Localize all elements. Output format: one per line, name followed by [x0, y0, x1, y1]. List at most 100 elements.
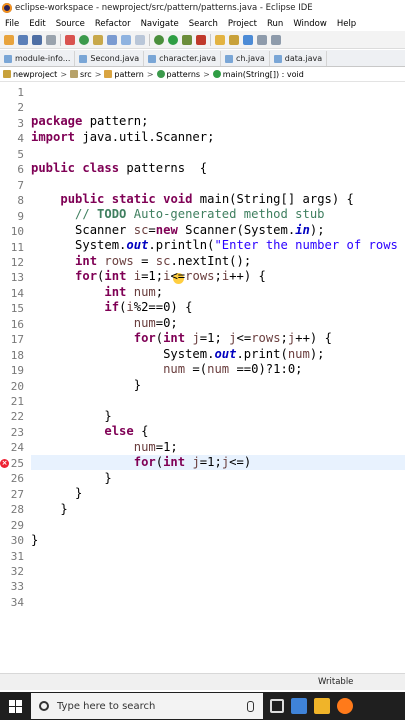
- code-line: for(int j=1;j<=): [133, 455, 252, 469]
- code-line: package pattern;: [31, 114, 149, 128]
- menu-source[interactable]: Source: [51, 19, 90, 29]
- debug-run-icon[interactable]: [154, 34, 164, 45]
- menu-navigate[interactable]: Navigate: [136, 19, 184, 29]
- windows-start-icon[interactable]: [9, 699, 22, 713]
- code-line: int num;: [104, 285, 164, 299]
- tab-module-info[interactable]: module-info...: [0, 51, 76, 66]
- breadcrumb-project[interactable]: newproject: [3, 70, 57, 79]
- breadcrumb-separator: >: [146, 69, 154, 79]
- toggle-mark-icon[interactable]: [135, 34, 145, 45]
- code-line: System.out.println("Enter the number of …: [31, 238, 405, 252]
- microphone-icon[interactable]: [247, 700, 254, 712]
- breadcrumb-label: newproject: [13, 69, 58, 79]
- line-number: 26: [10, 472, 24, 486]
- tab-data[interactable]: data.java: [270, 51, 328, 66]
- menu-edit[interactable]: Edit: [24, 19, 50, 29]
- coverage-icon[interactable]: [182, 34, 192, 45]
- search-icon[interactable]: [121, 34, 131, 45]
- save-icon[interactable]: [18, 34, 28, 45]
- new-package-icon[interactable]: [229, 34, 239, 45]
- terminal-icon[interactable]: [65, 34, 75, 45]
- breadcrumb-class[interactable]: patterns: [156, 70, 200, 79]
- code-line: }: [31, 486, 83, 500]
- task-view-icon[interactable]: [270, 699, 284, 713]
- tab-character[interactable]: character.java: [144, 51, 221, 66]
- new-file-icon[interactable]: [4, 34, 14, 45]
- debug-icon[interactable]: [79, 34, 89, 45]
- new-java-project-icon[interactable]: [215, 34, 225, 45]
- breadcrumb-package[interactable]: pattern: [104, 69, 144, 79]
- toolbar-separator: [149, 33, 150, 46]
- code-line: num=1;: [133, 440, 178, 454]
- code-line: public class patterns {: [31, 161, 208, 175]
- line-number: 24: [10, 441, 24, 455]
- code-line: Scanner sc=new Scanner(System.in);: [31, 223, 325, 237]
- code-line: int rows = sc.nextInt();: [75, 254, 252, 268]
- code-editor[interactable]: 1 2 3 4 5 6 7 8 9 10 11 12 13 14 15 16 17 18 19 20 21 22 23 24 2…: [0, 84, 405, 664]
- open-type-icon[interactable]: [107, 34, 117, 45]
- code-line: System.out.print(num);: [31, 347, 325, 361]
- line-number: 8: [17, 194, 24, 208]
- line-number: 18: [10, 348, 24, 362]
- line-number: 32: [10, 564, 24, 578]
- menu-file[interactable]: File: [0, 19, 24, 29]
- line-number: 13: [10, 271, 24, 285]
- java-file-icon: [225, 54, 233, 63]
- file-explorer-icon[interactable]: [314, 698, 330, 714]
- line-number: 2: [17, 101, 24, 115]
- status-bar: Writable: [0, 673, 405, 690]
- status-writable: Writable: [318, 677, 354, 687]
- line-number: 16: [10, 317, 24, 331]
- save-all-icon[interactable]: [32, 34, 42, 45]
- navigate-forward-icon[interactable]: [271, 34, 281, 45]
- taskbar-search[interactable]: Type here to search: [31, 693, 263, 719]
- breadcrumb-method[interactable]: main(String[]) : void: [212, 70, 304, 79]
- breadcrumb-separator: >: [203, 69, 210, 79]
- line-number: 15: [10, 302, 24, 316]
- line-number: 34: [10, 595, 24, 609]
- menu-project[interactable]: Project: [223, 19, 262, 29]
- external-tools-icon[interactable]: [196, 34, 206, 45]
- line-number: 29: [10, 518, 24, 532]
- error-icon[interactable]: ×: [0, 459, 9, 468]
- firefox-icon[interactable]: [337, 698, 353, 714]
- tab-ch[interactable]: ch.java: [221, 51, 270, 66]
- breadcrumb-separator: >: [94, 69, 102, 79]
- menu-window[interactable]: Window: [288, 19, 332, 29]
- code-line: }: [31, 471, 112, 485]
- menu-refactor[interactable]: Refactor: [90, 19, 136, 29]
- breadcrumb: newproject > src > pattern > patterns > …: [0, 67, 405, 82]
- line-number: 9: [17, 209, 24, 223]
- breadcrumb-src[interactable]: src: [70, 70, 92, 79]
- title-bar: eclipse-workspace - newproject/src/patte…: [0, 0, 405, 17]
- edge-icon[interactable]: [291, 698, 307, 714]
- java-file-icon: [273, 54, 282, 63]
- line-number: 21: [10, 395, 24, 408]
- breadcrumb-label: src: [80, 69, 92, 79]
- line-number: 7: [17, 178, 24, 192]
- new-class-icon[interactable]: [243, 34, 253, 45]
- line-number: 1: [17, 86, 24, 99]
- toolbar-separator: [210, 33, 211, 46]
- run-icon[interactable]: [168, 34, 178, 45]
- breadcrumb-label: pattern: [114, 69, 144, 79]
- package-icon: [104, 70, 113, 78]
- line-number: 5: [17, 147, 24, 161]
- project-icon: [3, 70, 11, 78]
- line-number: 20: [10, 379, 24, 393]
- tab-label: Second.java: [90, 54, 140, 63]
- toolbar-separator: [60, 33, 61, 46]
- navigate-back-icon[interactable]: [257, 34, 267, 45]
- line-number: 23: [10, 425, 24, 439]
- line-number: 11: [10, 240, 24, 254]
- skip-breakpoints-icon[interactable]: [93, 34, 103, 45]
- line-number: 10: [10, 225, 24, 239]
- tab-second[interactable]: Second.java: [75, 51, 145, 66]
- code-line: num =(num ==0)?1:0;: [163, 362, 303, 376]
- menu-run[interactable]: Run: [262, 19, 288, 29]
- menu-help[interactable]: Help: [332, 19, 361, 29]
- line-number: 3: [17, 116, 24, 130]
- print-icon[interactable]: [46, 34, 56, 45]
- menu-search[interactable]: Search: [184, 19, 223, 29]
- java-file-icon: [148, 54, 157, 63]
